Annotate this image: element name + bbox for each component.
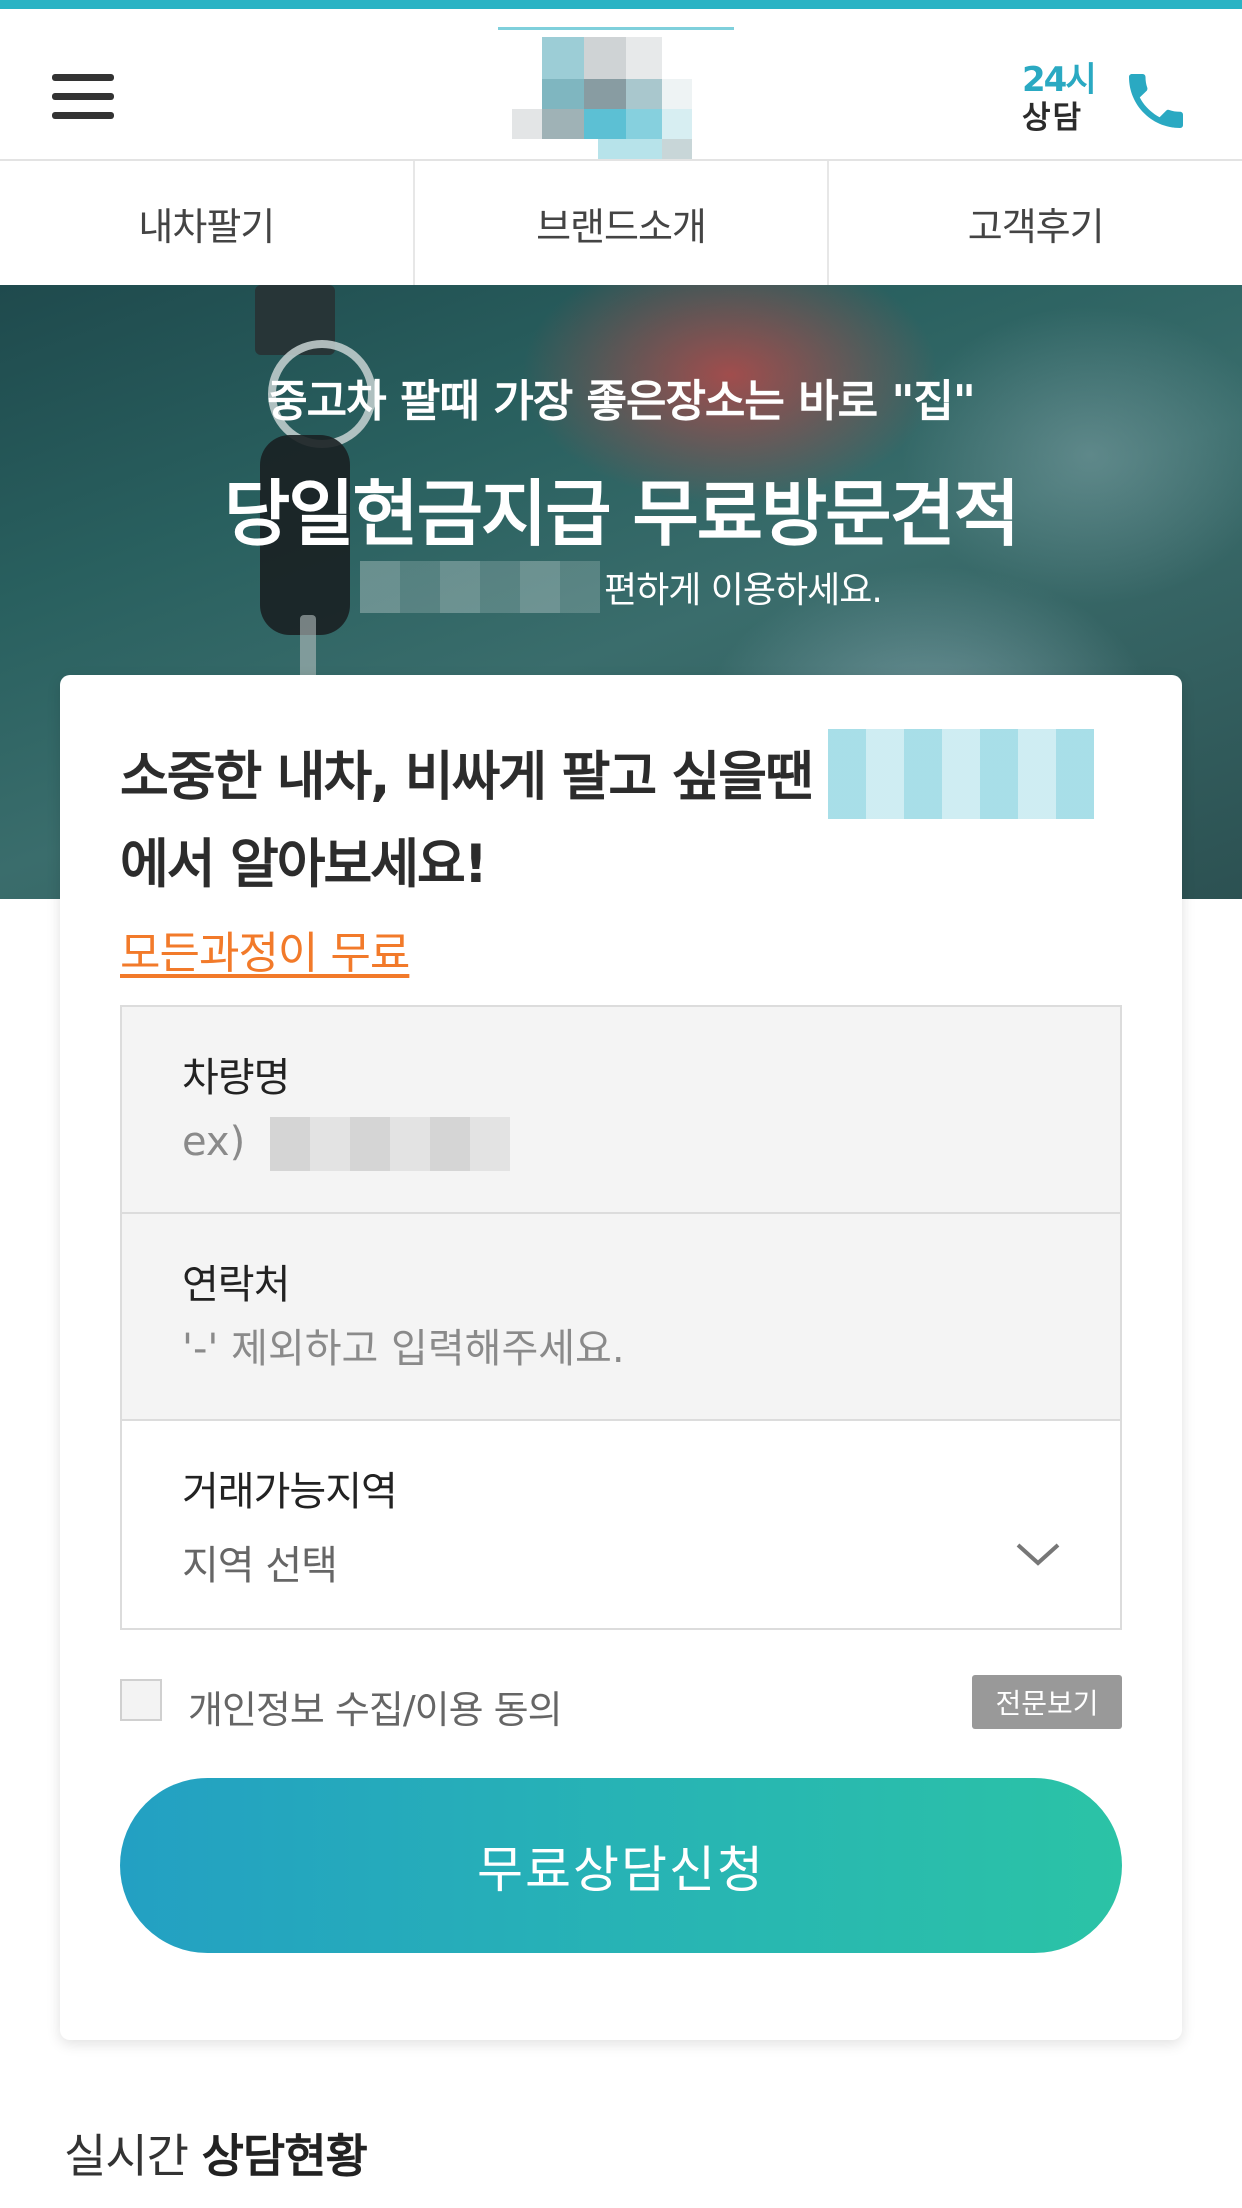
- hamburger-menu-icon[interactable]: [52, 74, 114, 120]
- consult-label-text: 상담: [1022, 100, 1084, 136]
- view-full-terms-button[interactable]: 전문보기: [972, 1675, 1122, 1729]
- brand-name-blurred: [828, 729, 1095, 819]
- live-bold: 상담현황: [201, 2129, 368, 2183]
- phone-icon[interactable]: [1120, 65, 1192, 137]
- form-fields: 차량명 연락처 거래가능지역 지역 선택: [120, 1005, 1122, 1630]
- chevron-down-icon[interactable]: [1014, 1539, 1062, 1569]
- consult-24h-text: 24시: [1022, 60, 1097, 100]
- region-label: 거래가능지역: [182, 1469, 398, 1515]
- example-car-name-blurred: [270, 1117, 510, 1171]
- tab-sell-my-car[interactable]: 내차팔기: [0, 161, 415, 285]
- hero-subtitle-text: 편하게 이용하세요.: [604, 570, 883, 611]
- region-select[interactable]: 지역 선택: [182, 1533, 338, 1591]
- live-prefix: 실시간: [64, 2129, 189, 2183]
- form-heading-part2: 에서 알아보세요!: [120, 834, 488, 895]
- top-accent-bar: [0, 0, 1242, 9]
- brand-logo[interactable]: [498, 27, 734, 159]
- brand-name-blurred: [360, 561, 600, 613]
- privacy-agree-row: 개인정보 수집/이용 동의 전문보기: [120, 1675, 1122, 1732]
- form-heading: 소중한 내차, 비싸게 팔고 싶을땐 에서 알아보세요!: [120, 729, 1120, 905]
- hero-tagline: 중고차 팔때 가장 좋은장소는 바로 "집": [267, 376, 976, 427]
- main-nav: 내차팔기 브랜드소개 고객후기: [0, 161, 1242, 285]
- live-consult-status-heading: 실시간 상담현황: [64, 2120, 368, 2186]
- region-field[interactable]: 거래가능지역 지역 선택: [122, 1421, 1120, 1628]
- tab-brand-intro[interactable]: 브랜드소개: [415, 161, 830, 285]
- privacy-agree-checkbox[interactable]: [120, 1679, 162, 1721]
- consult-form-card: 소중한 내차, 비싸게 팔고 싶을땐 에서 알아보세요! 모든과정이 무료 차량…: [60, 675, 1182, 2040]
- free-process-note: 모든과정이 무료: [120, 928, 410, 979]
- privacy-agree-label[interactable]: 개인정보 수집/이용 동의: [188, 1679, 563, 1734]
- contact-input[interactable]: [182, 1314, 1062, 1384]
- contact-field: 연락처: [122, 1214, 1120, 1421]
- form-heading-part1: 소중한 내차, 비싸게 팔고 싶을땐: [120, 746, 814, 808]
- tab-customer-reviews[interactable]: 고객후기: [829, 161, 1242, 285]
- car-name-label: 차량명: [182, 1055, 290, 1101]
- app-header: 24시 상담: [0, 9, 1242, 161]
- hero-subtitle: 편하게 이용하세요.: [360, 561, 883, 613]
- consult-24h-label[interactable]: 24시 상담: [1022, 61, 1106, 143]
- hero-title: 당일현금지급 무료방문견적: [224, 472, 1020, 556]
- free-consult-submit-button[interactable]: 무료상담신청: [120, 1778, 1122, 1953]
- car-name-field: 차량명: [122, 1007, 1120, 1214]
- contact-label: 연락처: [182, 1262, 290, 1308]
